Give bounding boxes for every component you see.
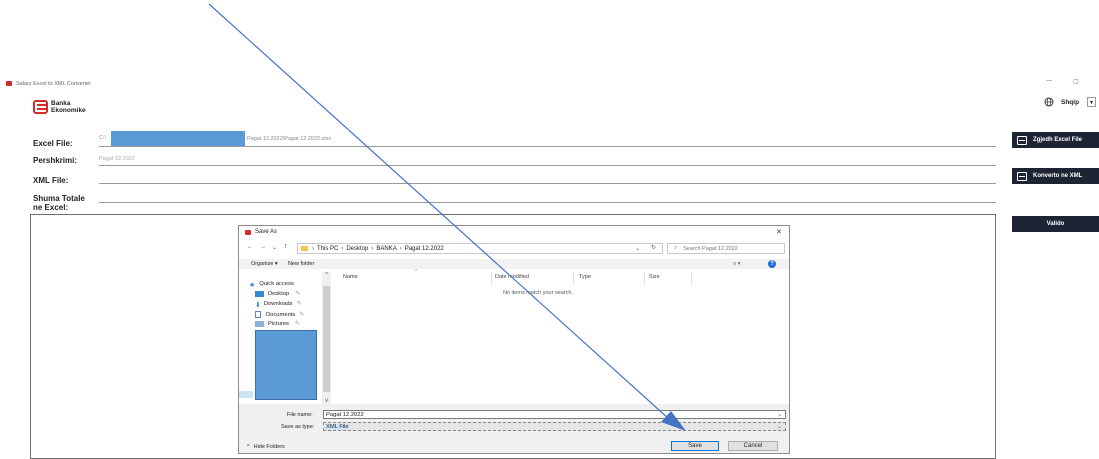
annotation-arrow-line (208, 3, 670, 420)
annotation-arrowhead (661, 411, 686, 431)
annotation-arrow (208, 3, 686, 431)
